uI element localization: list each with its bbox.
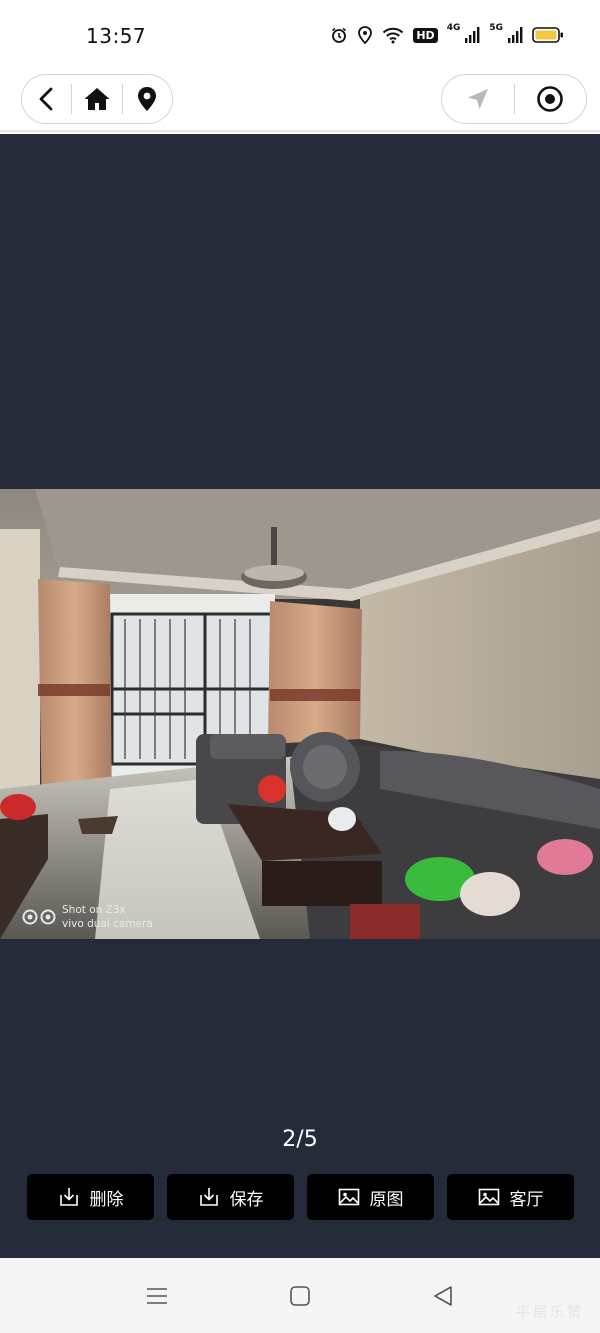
- camera-watermark: Shot on Z3x vivo dual camera: [22, 903, 153, 931]
- nav-capsule-right: [441, 74, 587, 124]
- alarm-icon: [330, 26, 348, 44]
- back-triangle-button[interactable]: [431, 1284, 455, 1308]
- menu-button[interactable]: [145, 1284, 169, 1308]
- camera-logo-icon: [22, 909, 56, 925]
- image-icon: [478, 1188, 499, 1206]
- back-icon: [39, 87, 53, 111]
- hd-icon: HD: [413, 27, 438, 43]
- watermark-line1: Shot on Z3x: [62, 904, 126, 916]
- delete-label: 删除: [89, 1189, 124, 1210]
- target-icon: [537, 86, 564, 112]
- status-icons: HD 4G 5G: [330, 23, 564, 44]
- save-button[interactable]: 保存: [167, 1174, 294, 1220]
- nav-capsule-left: [21, 74, 173, 124]
- wifi-icon: [382, 26, 404, 44]
- living-room-photo[interactable]: Shot on Z3x vivo dual camera: [0, 489, 600, 939]
- living-room-button[interactable]: 客厅: [447, 1174, 574, 1220]
- image-icon: [338, 1188, 359, 1206]
- footer-watermark: 平居乐赞: [516, 1305, 584, 1321]
- menu-icon: [147, 1288, 167, 1304]
- original-image-label: 原图: [369, 1189, 404, 1210]
- image-counter: 2/5: [282, 1127, 318, 1152]
- status-bar: 13:57 HD 4G 5G: [0, 0, 600, 72]
- original-image-button[interactable]: 原图: [307, 1174, 434, 1220]
- living-room-label: 客厅: [509, 1189, 544, 1210]
- delete-button[interactable]: 删除: [27, 1174, 154, 1220]
- watermark-line2: vivo dual camera: [62, 918, 153, 930]
- download-icon: [59, 1188, 78, 1206]
- battery-icon: [532, 26, 564, 44]
- net-4g-label: 4G: [446, 23, 461, 33]
- navigate-arrow-icon: [467, 89, 488, 109]
- status-time: 13:57: [86, 24, 147, 48]
- home-square-button[interactable]: [288, 1284, 312, 1308]
- map-button[interactable]: [123, 74, 172, 124]
- back-triangle-icon: [434, 1286, 452, 1306]
- home-button[interactable]: [72, 74, 121, 124]
- signal-5g-icon: [507, 26, 523, 44]
- nav-bar: [0, 72, 600, 132]
- save-label: 保存: [229, 1189, 264, 1210]
- location-icon: [357, 26, 373, 44]
- watermark-text: Shot on Z3x vivo dual camera: [62, 903, 153, 931]
- system-nav-bar: 平居乐赞: [0, 1258, 600, 1333]
- target-button[interactable]: [515, 74, 587, 124]
- net-5g-label: 5G: [489, 23, 503, 33]
- image-viewer: Shot on Z3x vivo dual camera 2/5 删除 保存 原…: [0, 134, 600, 1258]
- signal-4g-icon: [464, 26, 480, 44]
- back-button[interactable]: [22, 74, 71, 124]
- download-icon: [199, 1188, 218, 1206]
- navigate-button[interactable]: [442, 74, 514, 124]
- action-row: 删除 保存 原图 客厅: [27, 1174, 574, 1220]
- map-pin-icon: [138, 87, 157, 111]
- home-square-icon: [290, 1286, 310, 1306]
- home-icon: [84, 88, 110, 110]
